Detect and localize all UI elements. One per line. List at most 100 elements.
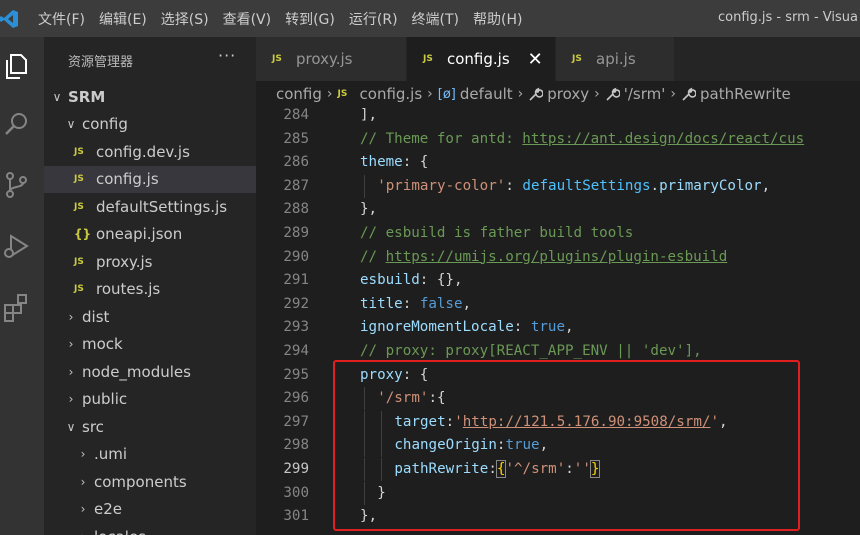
breadcrumb-folder[interactable]: config xyxy=(276,85,322,103)
code-token: }, xyxy=(360,201,378,218)
extensions-icon[interactable] xyxy=(2,292,32,322)
menu-terminal[interactable]: 终端(T) xyxy=(412,9,459,29)
close-icon[interactable]: ✕ xyxy=(528,49,543,70)
breadcrumb-file[interactable]: JS config.js xyxy=(338,85,423,103)
highlight-annotation xyxy=(333,360,800,531)
code-token: ignoreMomentLocale xyxy=(360,319,514,336)
line-number: 298 xyxy=(283,437,309,454)
run-debug-icon[interactable] xyxy=(2,231,32,261)
chevron-right-icon: › xyxy=(80,447,86,461)
js-file-icon: JS xyxy=(74,256,84,267)
source-control-icon[interactable] xyxy=(2,170,32,200)
tree-item[interactable]: JS routes.js xyxy=(44,276,256,303)
tree-item-label: node_modules xyxy=(82,362,191,381)
window-title: config.js - srm - Visua xyxy=(718,10,858,25)
code-text: title: false, xyxy=(360,293,471,316)
explorer-title: 资源管理器 xyxy=(68,55,134,70)
menu-help[interactable]: 帮助(H) xyxy=(473,9,522,29)
tree-item[interactable]: JS config.js xyxy=(44,165,256,193)
code-token: // esbuild is father build tools xyxy=(360,225,634,241)
chevron-down-icon: ∨ xyxy=(52,89,62,104)
tree-item[interactable]: ∨ src xyxy=(44,413,256,440)
line-number: 293 xyxy=(283,319,309,336)
tree-item[interactable]: › locales xyxy=(44,523,256,535)
chevron-down-icon: ∨ xyxy=(66,117,76,131)
breadcrumb-pathrewrite[interactable]: pathRewrite xyxy=(681,85,791,103)
tree-item[interactable]: › mock xyxy=(44,331,256,358)
tree-item-label: SRM xyxy=(68,87,106,106)
more-actions-icon[interactable]: ··· xyxy=(218,46,236,65)
wrench-icon xyxy=(606,87,620,101)
menu-file[interactable]: 文件(F) xyxy=(38,9,85,29)
line-number: 299 xyxy=(283,461,309,477)
breadcrumb: config › JS config.js › [ø] default › pr… xyxy=(256,81,860,107)
breadcrumb-srm[interactable]: '/srm' xyxy=(605,85,665,103)
breadcrumb-separator: › xyxy=(517,86,524,102)
chevron-right-icon: › xyxy=(80,474,86,489)
code-token: . xyxy=(650,177,660,194)
line-number: 297 xyxy=(283,413,309,430)
js-file-icon: JS xyxy=(74,284,84,294)
tab-api-js[interactable]: JS api.js xyxy=(556,37,675,81)
code-line: 284], xyxy=(256,107,860,127)
menu-view[interactable]: 查看(V) xyxy=(223,9,272,29)
tree-item[interactable]: › node_modules xyxy=(44,358,256,385)
menu-run[interactable]: 运行(R) xyxy=(349,9,398,29)
breadcrumb-file-label: config.js xyxy=(359,85,423,103)
tree-item[interactable]: ∨ config xyxy=(44,111,256,138)
breadcrumb-proxy[interactable]: proxy xyxy=(528,85,589,103)
breadcrumb-separator: › xyxy=(427,86,433,102)
tab-proxy-js[interactable]: JS proxy.js xyxy=(256,37,407,81)
tree-item-label: config xyxy=(82,115,128,133)
variable-icon: [ø] xyxy=(437,86,456,102)
breadcrumb-separator: › xyxy=(326,86,333,102)
menu-edit[interactable]: 编辑(E) xyxy=(99,9,147,29)
line-number: 301 xyxy=(283,508,309,525)
code-text: ], xyxy=(360,107,377,127)
editor-tab-bar: JS proxy.js JS config.js ✕ JS api.js xyxy=(256,37,860,81)
code-token: : xyxy=(402,295,420,312)
chevron-down-icon: ∨ xyxy=(66,419,76,434)
tree-item[interactable]: ∨ SRM xyxy=(44,83,256,110)
tree-item-label: defaultSettings.js xyxy=(96,197,228,216)
tree-item[interactable]: JS defaultSettings.js xyxy=(44,193,256,220)
tab-label: proxy.js xyxy=(296,50,353,68)
chevron-right-icon: › xyxy=(68,364,74,379)
search-icon[interactable] xyxy=(2,109,32,139)
tree-item-label: components xyxy=(94,472,187,491)
tree-item-label: .umi xyxy=(94,445,128,463)
code-line: 290 // https://umijs.org/plugins/plugin-e… xyxy=(256,246,860,269)
code-text: // Theme for antd: https://ant.design/do… xyxy=(360,128,804,151)
tab-config-js[interactable]: JS config.js ✕ xyxy=(407,37,556,81)
tree-item[interactable]: › components xyxy=(44,468,256,495)
menu-bar: 文件(F) 编辑(E) 选择(S) 查看(V) 转到(G) 运行(R) 终端(T… xyxy=(24,0,522,37)
tree-item[interactable]: › public xyxy=(44,386,256,413)
code-line: 287 'primary-color': defaultSettings.prim… xyxy=(256,174,860,198)
menu-selection[interactable]: 选择(S) xyxy=(161,9,209,29)
menu-go[interactable]: 转到(G) xyxy=(285,9,335,29)
tree-item[interactable]: {} oneapi.json xyxy=(44,221,256,248)
breadcrumb-default[interactable]: [ø] default xyxy=(438,85,513,103)
tree-item[interactable]: JS config.dev.js xyxy=(44,138,256,165)
tree-item[interactable]: › .umi xyxy=(44,441,256,468)
code-token: // xyxy=(360,248,386,265)
explorer-icon[interactable] xyxy=(2,51,32,81)
code-token: theme xyxy=(360,154,403,171)
code-token: https://umijs.org/plugins/plugin-esbuild xyxy=(385,248,728,265)
code-token: , xyxy=(565,319,574,336)
code-line: 288}, xyxy=(256,198,860,221)
code-text: // esbuild is father build tools xyxy=(360,222,633,245)
tree-item[interactable]: › dist xyxy=(44,303,256,330)
code-token: title xyxy=(360,295,403,312)
line-number: 292 xyxy=(283,295,309,312)
wrench-icon xyxy=(682,87,696,101)
tree-item[interactable]: JS proxy.js xyxy=(44,248,256,275)
tab-label: config.js xyxy=(447,50,510,68)
line-number: 294 xyxy=(283,343,309,359)
code-token: esbuild xyxy=(360,272,420,289)
indent-guide xyxy=(364,174,365,198)
tree-item[interactable]: › e2e xyxy=(44,496,256,523)
line-number: 291 xyxy=(283,272,309,289)
explorer-header: 资源管理器 ··· xyxy=(44,37,256,83)
chevron-right-icon: › xyxy=(68,309,74,324)
